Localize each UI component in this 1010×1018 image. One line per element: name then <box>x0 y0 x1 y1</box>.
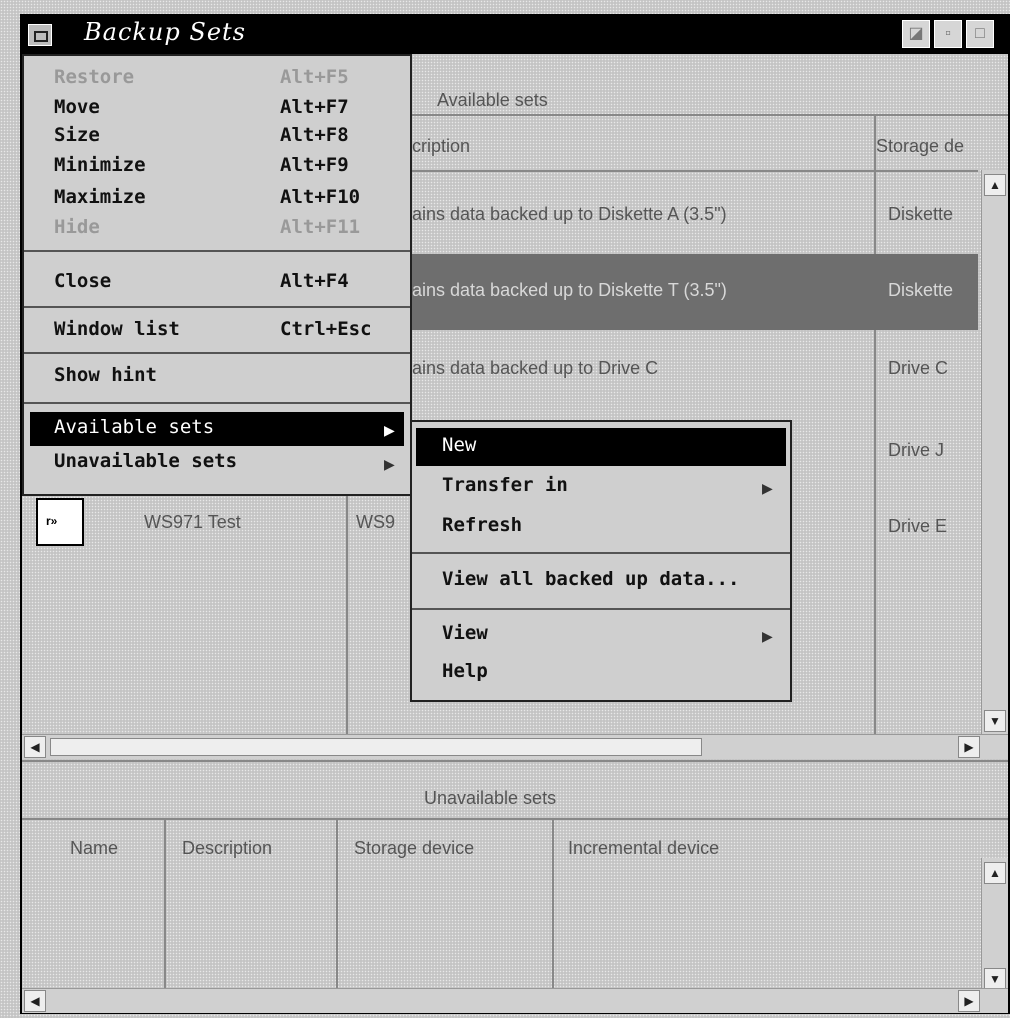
scroll-right-button[interactable]: ▶ <box>958 736 980 758</box>
menu-separator <box>24 306 410 308</box>
left-column-divider <box>346 484 348 734</box>
menu-separator <box>412 608 790 610</box>
menu-close-accel: Alt+F4 <box>280 270 349 292</box>
system-menu: Restore Alt+F5 Move Alt+F7 Size Alt+F8 M… <box>22 54 412 496</box>
available-sets-header: Available sets <box>437 90 548 110</box>
submenu-view[interactable]: View <box>442 622 488 644</box>
menu-maximize[interactable]: Maximize <box>54 186 146 208</box>
menu-close[interactable]: Close <box>54 270 111 292</box>
submenu-arrow-icon: ▶ <box>384 456 395 472</box>
horizontal-scrollbar[interactable]: ◀ ▶ <box>22 734 1008 759</box>
menu-separator <box>24 250 410 252</box>
vertical-scrollbar[interactable]: ▲ ▼ <box>981 170 1008 734</box>
menu-minimize[interactable]: Minimize <box>54 154 146 176</box>
menu-separator <box>24 402 410 404</box>
menu-move-accel: Alt+F7 <box>280 96 349 118</box>
row-1-device[interactable]: Diskette <box>888 204 953 225</box>
submenu-transfer-in[interactable]: Transfer in <box>442 474 568 496</box>
column-description[interactable]: cription <box>412 136 470 157</box>
submenu-arrow-icon: ▶ <box>762 628 773 644</box>
row-5-device[interactable]: Drive E <box>888 516 947 537</box>
column-name[interactable]: Name <box>70 838 118 859</box>
menu-window-list-accel: Ctrl+Esc <box>280 318 372 340</box>
unavailable-vertical-scrollbar[interactable]: ▲ ▼ <box>981 858 1008 992</box>
unavailable-sets-header: Unavailable sets <box>424 788 557 808</box>
unavailable-sets-panel: Unavailable sets Name Description Storag… <box>22 760 1008 1013</box>
submenu-help[interactable]: Help <box>442 660 488 682</box>
menu-move[interactable]: Move <box>54 96 100 118</box>
scroll-down-button[interactable]: ▼ <box>984 710 1006 732</box>
menu-separator <box>412 552 790 554</box>
menu-hide-accel: Alt+F11 <box>280 216 361 238</box>
menu-restore[interactable]: Restore <box>54 66 134 88</box>
menu-maximize-accel: Alt+F10 <box>280 186 361 208</box>
column-description[interactable]: Description <box>182 838 272 859</box>
unavailable-scroll-up-button[interactable]: ▲ <box>984 862 1006 884</box>
available-sets-submenu: New Transfer in ▶ Refresh View all backe… <box>410 420 792 702</box>
maximize-button[interactable]: ▫ <box>934 20 962 48</box>
menu-window-list[interactable]: Window list <box>54 318 180 340</box>
menu-available-sets[interactable]: Available sets <box>54 416 214 438</box>
unavailable-scroll-down-button[interactable]: ▼ <box>984 968 1006 990</box>
menu-separator <box>24 352 410 354</box>
menu-hide[interactable]: Hide <box>54 216 100 238</box>
submenu-arrow-icon: ▶ <box>384 422 395 438</box>
title-bar[interactable]: Backup Sets ◪ ▫ □ <box>22 16 1008 54</box>
submenu-arrow-icon: ▶ <box>762 480 773 496</box>
col-divider-2 <box>336 818 338 988</box>
submenu-refresh[interactable]: Refresh <box>442 514 522 536</box>
row-4-device[interactable]: Drive J <box>888 440 944 461</box>
unavailable-horizontal-scrollbar[interactable]: ◀ ▶ <box>22 988 1008 1013</box>
backup-set-icon[interactable]: r» <box>36 498 84 546</box>
unavailable-scroll-left-button[interactable]: ◀ <box>24 990 46 1012</box>
ws971-description[interactable]: WS9 <box>356 512 395 533</box>
menu-size[interactable]: Size <box>54 124 100 146</box>
hide-button[interactable]: ◪ <box>902 20 930 48</box>
column-storage-device[interactable]: Storage device <box>354 838 474 859</box>
col-divider-3 <box>552 818 554 988</box>
column-incremental-device[interactable]: Incremental device <box>568 838 719 859</box>
backup-sets-window: Backup Sets ◪ ▫ □ Available sets criptio… <box>20 14 1010 1014</box>
menu-size-accel: Alt+F8 <box>280 124 349 146</box>
col-divider-1 <box>164 818 166 988</box>
scroll-up-button[interactable]: ▲ <box>984 174 1006 196</box>
menu-unavailable-sets[interactable]: Unavailable sets <box>54 450 237 472</box>
menu-minimize-accel: Alt+F9 <box>280 154 349 176</box>
ws971-name[interactable]: WS971 Test <box>144 512 241 533</box>
window-title: Backup Sets <box>84 18 246 46</box>
row-1-description[interactable]: ains data backed up to Diskette A (3.5") <box>412 204 727 225</box>
row-2-device[interactable]: Diskette <box>888 280 953 301</box>
column-storage-device[interactable]: Storage de <box>876 136 964 157</box>
row-2-description[interactable]: ains data backed up to Diskette T (3.5") <box>412 280 727 301</box>
column-divider <box>874 114 876 734</box>
system-menu-icon[interactable] <box>28 24 52 46</box>
submenu-new[interactable]: New <box>442 434 476 456</box>
scroll-thumb[interactable] <box>50 738 702 756</box>
submenu-view-all[interactable]: View all backed up data... <box>442 568 739 590</box>
row-3-description[interactable]: ains data backed up to Drive C <box>412 358 658 379</box>
row-3-device[interactable]: Drive C <box>888 358 948 379</box>
close-button[interactable]: □ <box>966 20 994 48</box>
menu-restore-accel: Alt+F5 <box>280 66 349 88</box>
unavailable-header-divider <box>22 818 1008 820</box>
unavailable-scroll-right-button[interactable]: ▶ <box>958 990 980 1012</box>
menu-show-hint[interactable]: Show hint <box>54 364 157 386</box>
scroll-left-button[interactable]: ◀ <box>24 736 46 758</box>
